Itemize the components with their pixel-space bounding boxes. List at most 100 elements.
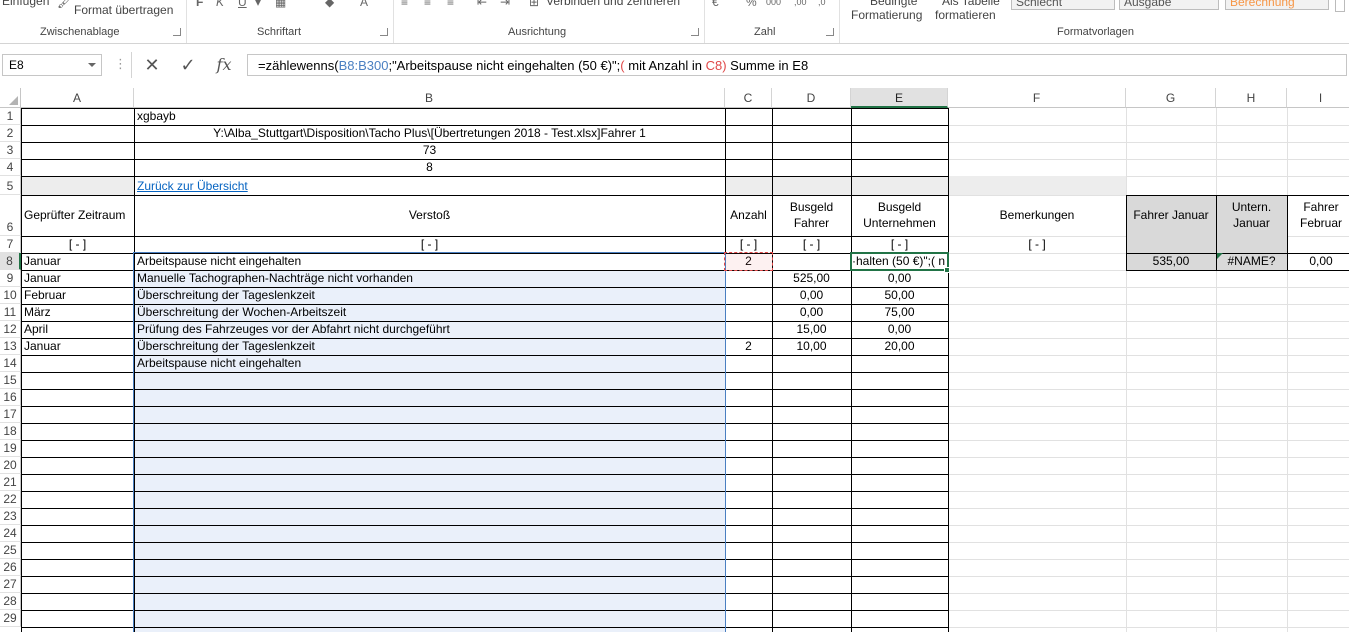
- number-launcher-icon[interactable]: [826, 28, 834, 36]
- back-to-overview-link[interactable]: Zurück zur Übersicht: [135, 176, 724, 195]
- column-header-a[interactable]: A: [21, 88, 134, 108]
- back-to-overview-link-text[interactable]: Zurück zur Übersicht: [137, 179, 248, 194]
- underline-icon[interactable]: U: [238, 0, 247, 9]
- row-header-3[interactable]: 3: [0, 142, 21, 159]
- align-right-icon[interactable]: ≡: [447, 0, 454, 9]
- column-header-b[interactable]: B: [134, 88, 725, 108]
- alignment-launcher-icon[interactable]: [691, 28, 699, 36]
- row-header-23[interactable]: 23: [0, 508, 21, 525]
- insert-function-icon[interactable]: fx: [211, 53, 237, 77]
- group-label-alignment: Ausrichtung: [508, 26, 567, 38]
- count-cell: [726, 321, 771, 338]
- select-all-button[interactable]: [0, 88, 21, 108]
- format-as-table-button[interactable]: Als Tabelle: [942, 0, 1000, 8]
- bold-icon[interactable]: F: [196, 0, 203, 9]
- column-header-d[interactable]: D: [772, 88, 851, 108]
- row-header-9[interactable]: 9: [0, 270, 21, 287]
- period-cell: Januar: [24, 254, 61, 268]
- font-launcher-icon[interactable]: [380, 28, 388, 36]
- row-header-15[interactable]: 15: [0, 372, 21, 389]
- paste-button[interactable]: Einfügen: [2, 0, 49, 8]
- column-header-i[interactable]: I: [1287, 88, 1349, 108]
- conditional-formatting-button[interactable]: Bedingte: [870, 0, 917, 8]
- row-header-21[interactable]: 21: [0, 474, 21, 491]
- row-header-26[interactable]: 26: [0, 559, 21, 576]
- decrease-decimal-icon[interactable]: ,0: [818, 0, 826, 7]
- filter-dropdown-b[interactable]: [ - ]: [135, 236, 724, 253]
- more-icon[interactable]: ⋮: [114, 56, 127, 72]
- formula-input[interactable]: =zählewenns(B8:B300;"Arbeitspause nicht …: [247, 54, 1347, 76]
- row-header-7[interactable]: 7: [0, 236, 21, 253]
- row-header-10[interactable]: 10: [0, 287, 21, 304]
- enter-icon[interactable]: ✓: [175, 53, 201, 77]
- period-cell: [22, 355, 133, 372]
- row-header-25[interactable]: 25: [0, 542, 21, 559]
- row-header-17[interactable]: 17: [0, 406, 21, 423]
- percent-icon[interactable]: %: [746, 0, 757, 9]
- row-header-4[interactable]: 4: [0, 159, 21, 176]
- header-count: Anzahl: [730, 208, 767, 222]
- fine-company-cell: 20,00: [884, 339, 915, 353]
- border-icon[interactable]: ▦: [275, 0, 286, 9]
- header-driver-feb: Fahrer Februar: [1299, 200, 1343, 230]
- merge-center-button[interactable]: Verbinden und zentrieren: [546, 0, 680, 8]
- column-header-c[interactable]: C: [725, 88, 772, 108]
- style-bad[interactable]: Schlecht: [1011, 0, 1115, 10]
- row-header-2[interactable]: 2: [0, 125, 21, 142]
- increase-decimal-icon[interactable]: ,00: [794, 0, 807, 7]
- format-painter-icon: 🖌: [57, 0, 73, 9]
- row-header-12[interactable]: 12: [0, 321, 21, 338]
- row-header-28[interactable]: 28: [0, 593, 21, 610]
- align-center-icon[interactable]: ≡: [424, 0, 431, 9]
- align-left-icon[interactable]: ≡: [401, 0, 408, 9]
- font-color-icon[interactable]: A: [360, 0, 368, 9]
- thousands-icon[interactable]: 000: [766, 0, 781, 7]
- name-box[interactable]: E8: [2, 54, 102, 76]
- column-header-g[interactable]: G: [1126, 88, 1216, 108]
- conditional-formatting-label: Formatierung: [851, 8, 923, 22]
- row-header-20[interactable]: 20: [0, 457, 21, 474]
- row-header-11[interactable]: 11: [0, 304, 21, 321]
- error-indicator-icon: [1217, 253, 1223, 259]
- filter-dropdown-a[interactable]: [ - ]: [22, 236, 133, 253]
- accounting-format-icon[interactable]: €: [712, 0, 719, 9]
- filter-dropdown-f[interactable]: [ - ]: [949, 236, 1125, 253]
- row-header-1[interactable]: 1: [0, 108, 21, 125]
- style-calculation[interactable]: Berechnung: [1225, 0, 1329, 10]
- fill-color-icon[interactable]: ◆: [325, 0, 334, 9]
- row-header-22[interactable]: 22: [0, 491, 21, 508]
- filter-dropdown-e[interactable]: [ - ]: [852, 236, 947, 253]
- fine-company-cell: 75,00: [884, 305, 915, 319]
- row-header-16[interactable]: 16: [0, 389, 21, 406]
- underline-dropdown-icon[interactable]: ▾: [255, 0, 261, 9]
- chevron-down-icon[interactable]: [88, 63, 96, 67]
- format-painter-button[interactable]: Format übertragen: [74, 3, 173, 17]
- italic-icon[interactable]: K: [216, 0, 224, 9]
- row-header-29[interactable]: 29: [0, 610, 21, 627]
- row-header-19[interactable]: 19: [0, 440, 21, 457]
- indent-increase-icon[interactable]: ⇥: [500, 0, 510, 9]
- row-header-27[interactable]: 27: [0, 576, 21, 593]
- fill-handle[interactable]: [944, 267, 950, 273]
- spreadsheet-grid[interactable]: ABCDEFGHI 1 2 3 4 5 6 7 8 9 10 11 12 13 14 15 16 17 18 19 2…: [0, 88, 1349, 632]
- style-output[interactable]: Ausgabe: [1119, 0, 1219, 10]
- clipboard-launcher-icon[interactable]: [173, 28, 181, 36]
- filter-dropdown-d[interactable]: [ - ]: [773, 236, 850, 253]
- column-header-e[interactable]: E: [851, 88, 948, 108]
- styles-scroll-icon[interactable]: [1335, 0, 1345, 12]
- active-cell-e8[interactable]: [850, 252, 949, 271]
- column-header-h[interactable]: H: [1216, 88, 1287, 108]
- merge-center-icon[interactable]: ⊞: [529, 0, 539, 9]
- table-border-v: [948, 108, 949, 632]
- column-header-f[interactable]: F: [948, 88, 1126, 108]
- row-header-6[interactable]: 6: [0, 195, 21, 236]
- filter-dropdown-c[interactable]: [ - ]: [726, 236, 771, 253]
- row-header-24[interactable]: 24: [0, 525, 21, 542]
- row-header-5[interactable]: 5: [0, 176, 21, 195]
- cancel-icon[interactable]: ✕: [139, 53, 165, 77]
- row-header-13[interactable]: 13: [0, 338, 21, 355]
- row-header-8[interactable]: 8: [0, 253, 21, 270]
- indent-decrease-icon[interactable]: ⇤: [477, 0, 487, 9]
- row-header-14[interactable]: 14: [0, 355, 21, 372]
- row-header-18[interactable]: 18: [0, 423, 21, 440]
